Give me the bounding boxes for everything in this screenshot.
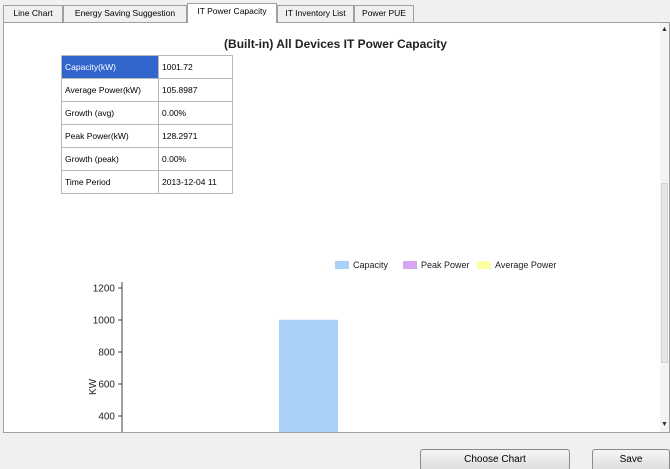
choose-chart-button[interactable]: Choose Chart: [420, 449, 570, 469]
legend-label: Average Power: [495, 260, 556, 270]
legend-label: Peak Power: [421, 260, 470, 270]
scroll-down-icon[interactable]: ▼: [660, 420, 669, 430]
row-value: 128.2971: [158, 124, 233, 148]
row-value: 1001.72: [158, 55, 233, 79]
chart-area: 1200 1000 800 600 400 KW Capacity Peak Power Ave…: [63, 242, 611, 432]
row-label: Growth (avg): [61, 101, 159, 125]
capacity-chart: 1200 1000 800 600 400 KW Capacity Peak Power Ave…: [88, 260, 556, 432]
y-tick-label: 800: [98, 348, 115, 359]
y-tick-label: 1000: [93, 316, 116, 327]
row-value: 105.8987: [158, 78, 233, 102]
row-label: Average Power(kW): [61, 78, 159, 102]
legend-label: Capacity: [353, 260, 389, 270]
row-value: 0.00%: [158, 147, 233, 171]
tab-energy-saving-suggestion[interactable]: Energy Saving Suggestion: [63, 5, 187, 22]
scroll-up-icon[interactable]: ▲: [660, 25, 669, 35]
tab-it-inventory-list[interactable]: IT Inventory List: [277, 5, 354, 22]
table-row: Peak Power(kW) 128.2971: [61, 124, 233, 148]
y-axis-label: KW: [88, 378, 99, 395]
y-tick-label: 600: [98, 380, 115, 391]
table-row: Time Period 2013-12-04 11: [61, 170, 233, 194]
row-label: Peak Power(kW): [61, 124, 159, 148]
legend-swatch: [477, 261, 491, 269]
report-panel: (Built-in) All Devices IT Power Capacity…: [3, 22, 670, 433]
table-row: Growth (avg) 0.00%: [61, 101, 233, 125]
tab-power-pue[interactable]: Power PUE: [354, 5, 414, 22]
report-title: (Built-in) All Devices IT Power Capacity: [224, 37, 447, 51]
row-label: Time Period: [61, 170, 159, 194]
row-value: 0.00%: [158, 101, 233, 125]
save-button[interactable]: Save: [592, 449, 670, 469]
row-label: Growth (peak): [61, 147, 159, 171]
y-tick-label: 1200: [93, 284, 116, 295]
legend-swatch: [335, 261, 349, 269]
table-row: Capacity(kW) 1001.72: [61, 55, 233, 79]
row-value: 2013-12-04 11: [158, 170, 233, 194]
tab-strip: Line Chart Energy Saving Suggestion IT P…: [0, 0, 670, 23]
scrollbar-thumb[interactable]: [661, 183, 668, 363]
bar-capacity: [279, 319, 338, 432]
tab-line-chart[interactable]: Line Chart: [3, 5, 63, 22]
legend-swatch: [403, 261, 417, 269]
table-row: Growth (peak) 0.00%: [61, 147, 233, 171]
y-tick-label: 400: [98, 412, 115, 423]
row-label: Capacity(kW): [61, 55, 159, 79]
tab-it-power-capacity[interactable]: IT Power Capacity: [187, 3, 277, 23]
summary-table: Capacity(kW) 1001.72 Average Power(kW) 1…: [61, 55, 233, 194]
vertical-scrollbar[interactable]: ▲ ▼: [660, 23, 669, 432]
table-row: Average Power(kW) 105.8987: [61, 78, 233, 102]
